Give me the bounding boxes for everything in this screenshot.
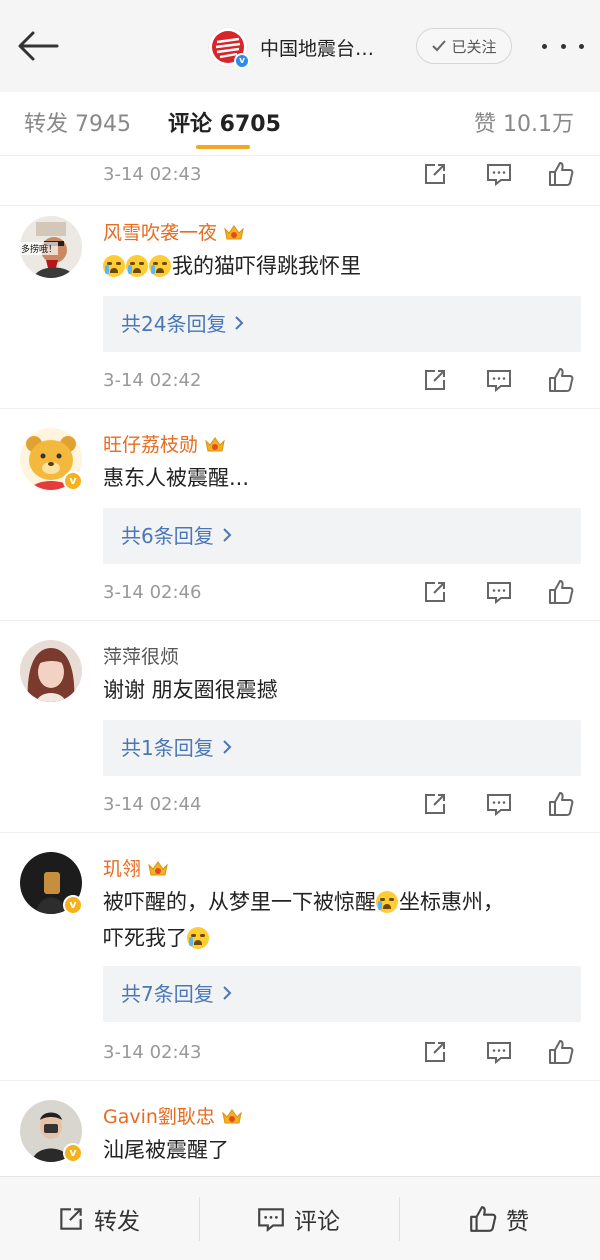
comment-text: 我的猫吓得跳我怀里 <box>103 248 583 284</box>
like-icon[interactable] <box>547 1038 575 1066</box>
comment-username[interactable]: 玑翎 <box>103 854 169 881</box>
comment-icon[interactable] <box>485 578 513 606</box>
share-icon[interactable] <box>421 366 449 394</box>
separator <box>199 1197 200 1241</box>
comment-username[interactable]: 旺仔荔枝勋 <box>103 430 226 457</box>
back-button[interactable] <box>16 28 60 64</box>
crown-badge-icon <box>224 225 244 240</box>
comment-time: 3-14 02:42 <box>103 370 202 391</box>
chevron-right-icon <box>223 528 232 542</box>
account-avatar[interactable]: v <box>208 27 250 69</box>
tab-comments[interactable]: 评论 6705 <box>168 106 281 138</box>
comment-text: 被吓醒的，从梦里一下被惊醒 坐标惠州， 吓死我了 <box>103 890 504 950</box>
back-arrow-icon <box>18 31 59 61</box>
check-icon <box>432 40 447 52</box>
top-bar: v 中国地震台… 已关注 <box>0 0 600 92</box>
divider <box>0 205 600 206</box>
comment-text: 谢谢 朋友圈很震撼 <box>103 678 278 702</box>
comment-username[interactable]: Gavin劉耿忠 <box>103 1102 243 1129</box>
avatar[interactable]: v <box>20 1100 83 1163</box>
following-button[interactable]: 已关注 <box>416 28 512 64</box>
view-replies-button[interactable]: 共24条回复 <box>103 296 581 352</box>
crying-emoji-icon <box>103 255 125 277</box>
comment-icon <box>258 1208 284 1232</box>
like-icon[interactable] <box>547 790 575 818</box>
comment-time: 3-14 02:43 <box>103 164 202 185</box>
like-icon[interactable] <box>547 578 575 606</box>
view-replies-button[interactable]: 共7条回复 <box>103 966 581 1022</box>
tab-bar: 转发 7945 评论 6705 赞 10.1万 <box>0 92 600 156</box>
comment-icon[interactable] <box>485 1038 513 1066</box>
avatar[interactable]: v <box>20 428 83 491</box>
comment-button[interactable]: 评论 <box>256 1201 340 1237</box>
view-replies-button[interactable]: 共1条回复 <box>103 720 581 776</box>
avatar[interactable]: v <box>20 852 83 915</box>
like-icon[interactable] <box>547 366 575 394</box>
like-icon[interactable] <box>547 160 575 188</box>
view-replies-button[interactable]: 共6条回复 <box>103 508 581 564</box>
active-tab-indicator <box>196 145 250 149</box>
chevron-right-icon <box>235 316 244 330</box>
verified-icon: v <box>63 471 83 491</box>
like-button[interactable]: 赞 <box>468 1201 529 1237</box>
comment-time: 3-14 02:46 <box>103 582 202 603</box>
crown-badge-icon <box>205 437 225 452</box>
comment-time: 3-14 02:44 <box>103 794 202 815</box>
comment-username[interactable]: 风雪吹袭一夜 <box>103 218 245 245</box>
crying-emoji-icon <box>126 255 148 277</box>
share-icon[interactable] <box>421 578 449 606</box>
verified-icon: v <box>63 895 83 915</box>
share-icon[interactable] <box>421 790 449 818</box>
chevron-right-icon <box>223 986 232 1000</box>
tab-reposts[interactable]: 转发 7945 <box>24 106 131 138</box>
like-icon <box>470 1206 497 1232</box>
user-avatar-image <box>20 640 82 702</box>
crying-emoji-icon <box>376 891 398 913</box>
separator <box>399 1197 400 1241</box>
account-title[interactable]: v 中国地震台… <box>208 25 390 69</box>
tab-likes[interactable]: 赞 10.1万 <box>474 106 574 138</box>
following-label: 已关注 <box>451 37 497 56</box>
avatar[interactable] <box>20 640 82 702</box>
comment-meta-row: 3-14 02:42 <box>0 362 600 402</box>
comment-list[interactable]: 3-14 02:43 多捞哦！ 风雪吹袭一夜 我的猫吓得跳我怀里 共24条回复 … <box>0 156 600 1176</box>
chevron-right-icon <box>223 740 232 754</box>
comment-meta-row: 3-14 02:44 <box>0 786 600 826</box>
divider <box>0 620 600 621</box>
share-icon[interactable] <box>421 1038 449 1066</box>
share-icon <box>60 1208 82 1230</box>
avatar[interactable]: 多捞哦！ <box>20 216 82 278</box>
comment-text: 惠东人被震醒... <box>103 466 250 490</box>
crying-emoji-icon <box>149 255 171 277</box>
crying-emoji-icon <box>187 927 209 949</box>
comment-meta-row: 3-14 02:43 <box>0 1034 600 1074</box>
page-title: 中国地震台… <box>260 37 375 60</box>
comment-icon[interactable] <box>485 160 513 188</box>
divider <box>0 1080 600 1081</box>
share-icon[interactable] <box>421 160 449 188</box>
comment-username[interactable]: 萍萍很烦 <box>103 642 179 669</box>
verified-icon: v <box>63 1143 83 1163</box>
comment-meta-row: 3-14 02:43 <box>0 156 600 196</box>
verified-icon: v <box>234 53 250 69</box>
crown-badge-icon <box>148 861 168 876</box>
divider <box>0 832 600 833</box>
bottom-action-bar: 转发 评论 赞 <box>0 1176 600 1260</box>
comment-icon[interactable] <box>485 366 513 394</box>
comment-icon[interactable] <box>485 790 513 818</box>
comment-text: 汕尾被震醒了 <box>103 1138 229 1162</box>
comment-time: 3-14 02:43 <box>103 1042 202 1063</box>
more-menu-icon[interactable] <box>542 34 584 58</box>
crown-badge-icon <box>222 1109 242 1124</box>
repost-button[interactable]: 转发 <box>56 1201 140 1237</box>
divider <box>0 408 600 409</box>
avatar-caption: 多捞哦！ <box>20 242 59 255</box>
comment-meta-row: 3-14 02:46 <box>0 574 600 614</box>
